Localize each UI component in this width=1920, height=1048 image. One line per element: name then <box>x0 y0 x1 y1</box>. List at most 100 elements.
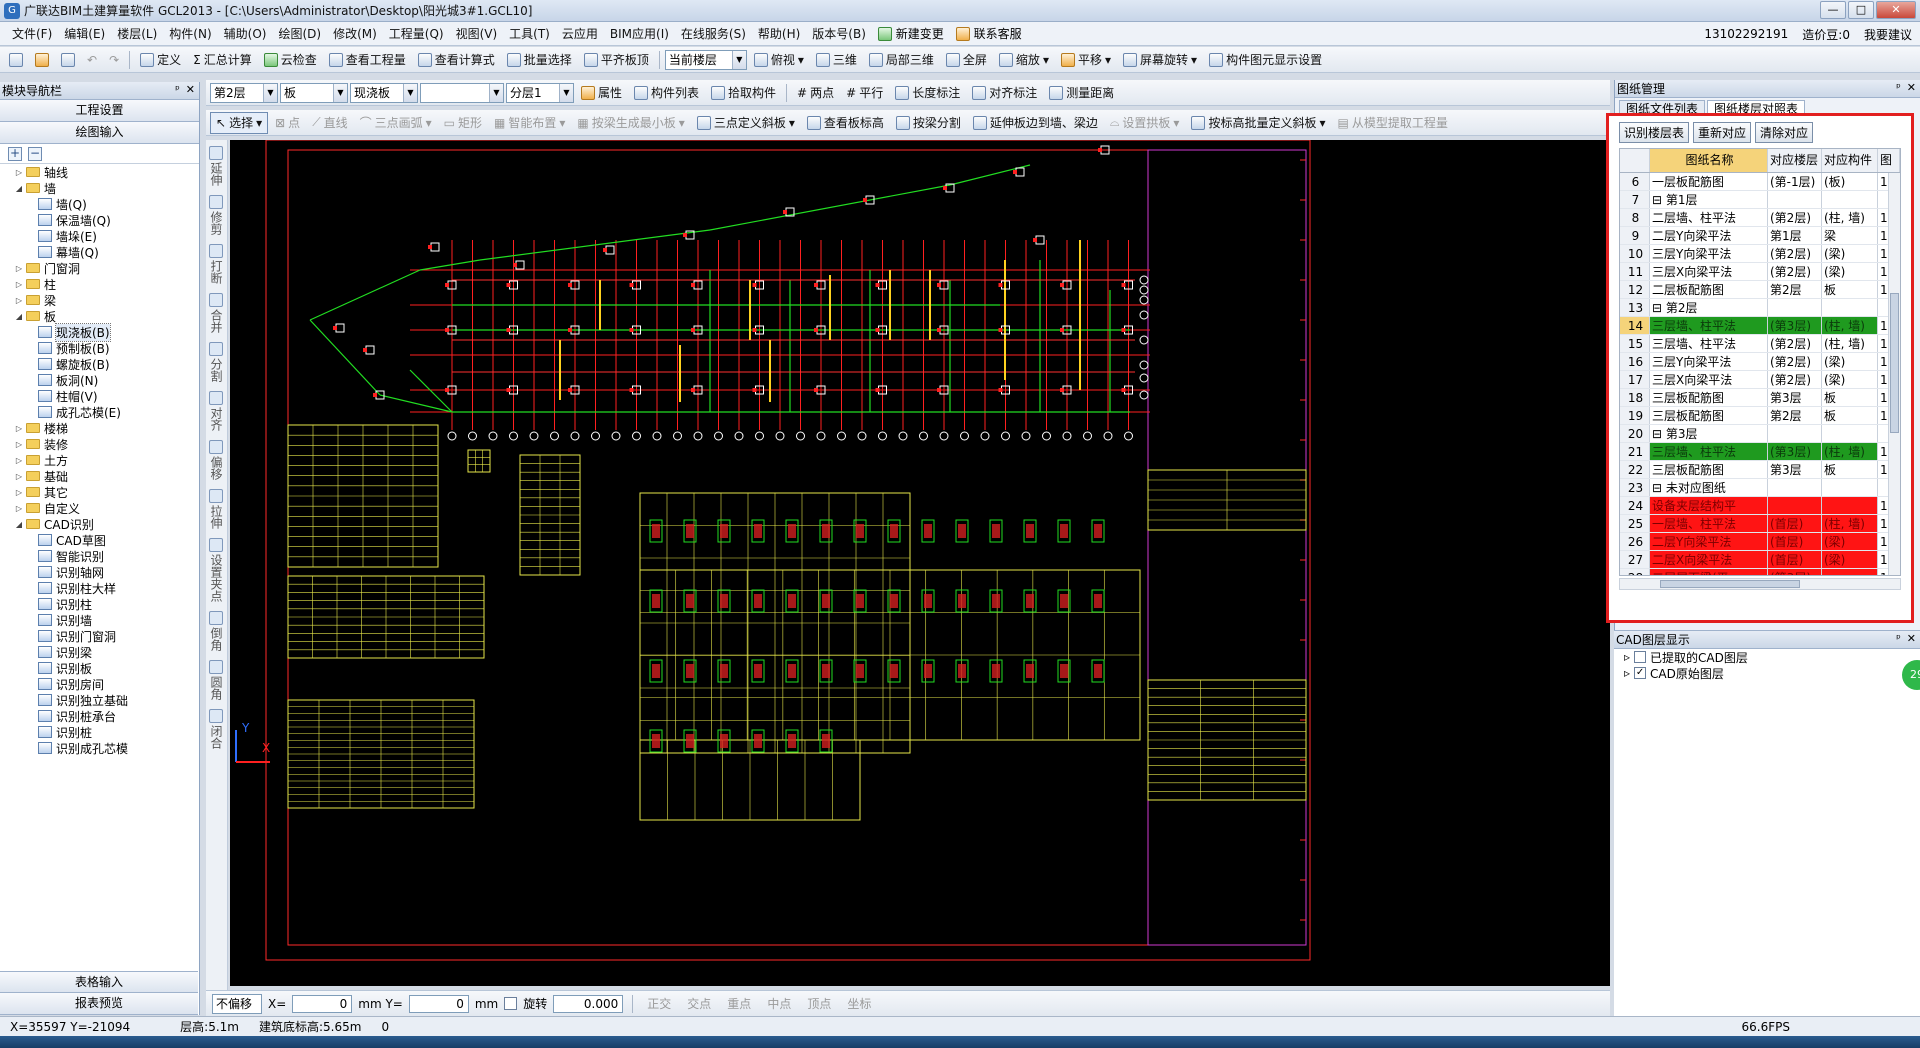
grid-row[interactable]: 16 三层Y向梁平法 (第2层) (梁) 1: <box>1620 353 1900 371</box>
view-slab-elevation-button[interactable]: 查看板标高 <box>802 112 889 134</box>
vertical-tool[interactable]: 圆角 <box>206 660 226 703</box>
pin-icon[interactable]: ᵖ <box>1896 632 1901 645</box>
expand-arrow-icon[interactable]: ▷ <box>14 424 24 433</box>
tree-item[interactable]: 识别房间 <box>0 676 198 692</box>
grid-row[interactable]: 15 三层墙、柱平法 (第2层) (柱, 墙) 1: <box>1620 335 1900 353</box>
grid-horizontal-scrollbar[interactable] <box>1619 578 1901 590</box>
close-icon[interactable]: ✕ <box>186 83 195 96</box>
expand-icon[interactable]: ▹ <box>1624 666 1630 680</box>
new-change-menu[interactable]: 新建变更 <box>872 25 950 42</box>
mapped-component-cell[interactable] <box>1822 299 1878 316</box>
expand-arrow-icon[interactable]: ▷ <box>14 264 24 273</box>
tree-item[interactable]: 螺旋板(B) <box>0 356 198 372</box>
original-cad-layer-row[interactable]: ▹ ✓ CAD原始图层 <box>1614 665 1920 681</box>
tree-item[interactable]: 识别门窗洞 <box>0 628 198 644</box>
menu-item[interactable]: 楼层(L) <box>111 25 163 42</box>
drawing-name-cell[interactable]: 二层X向梁平法 <box>1650 551 1768 568</box>
mapped-floor-cell[interactable]: 第2层 <box>1768 407 1822 424</box>
batch-define-slope-button[interactable]: 按标高批量定义斜板 ▾ <box>1186 112 1330 134</box>
mapped-floor-cell[interactable]: (第-1层) <box>1768 173 1822 190</box>
line-button[interactable]: ⟋ 直线 <box>307 112 352 134</box>
pin-icon[interactable]: ᵖ <box>175 83 180 96</box>
grid-row[interactable]: 20 ⊟ 第3层 <box>1620 425 1900 443</box>
contact-service-menu[interactable]: 联系客服 <box>950 25 1028 42</box>
aligned-dimension-button[interactable]: 对齐标注 <box>967 82 1042 104</box>
extract-quantity-button[interactable]: ▤ 从模型提取工程量 <box>1333 112 1453 134</box>
menu-item[interactable]: 文件(F) <box>6 25 58 42</box>
two-points-button[interactable]: # 两点 <box>792 82 839 104</box>
grid-row[interactable]: 9 二层Y向梁平法 第1层梁 1: <box>1620 227 1900 245</box>
snap-intersection[interactable]: 交点 <box>682 993 716 1015</box>
three-point-arc-button[interactable]: ⌒ 三点画弧 ▾ <box>355 112 437 134</box>
tree-item[interactable]: 识别梁 <box>0 644 198 660</box>
drawing-name-cell[interactable]: 三层Y向梁平法 <box>1650 353 1768 370</box>
vertical-tool[interactable]: 设置夹点 <box>206 538 226 605</box>
mapped-component-cell[interactable]: (梁) <box>1822 371 1878 388</box>
drawing-name-cell[interactable]: 三层墙、柱平法 <box>1650 335 1768 352</box>
mapped-floor-cell[interactable]: (第2层) <box>1768 245 1822 262</box>
mapped-component-cell[interactable]: (梁) <box>1822 245 1878 262</box>
menu-item[interactable]: 绘图(D) <box>272 25 327 42</box>
undo-button[interactable]: ↶ <box>82 49 102 71</box>
mapped-component-cell[interactable]: (板) <box>1822 173 1878 190</box>
menu-item[interactable]: 云应用 <box>556 25 604 42</box>
tree-item[interactable]: ◢ 墙 <box>0 180 198 196</box>
vertical-tool[interactable]: 打断 <box>206 244 226 287</box>
extend-slab-edge-button[interactable]: 延伸板边到墙、梁边 <box>968 112 1103 134</box>
mapped-floor-cell[interactable]: (第2层) <box>1768 335 1822 352</box>
new-file-button[interactable] <box>4 49 28 71</box>
scroll-thumb[interactable] <box>1890 293 1899 433</box>
mapped-component-cell[interactable] <box>1822 497 1878 514</box>
tree-item[interactable]: 识别墙 <box>0 612 198 628</box>
menu-item[interactable]: 工程量(Q) <box>383 25 450 42</box>
grid-row[interactable]: 8 二层墙、柱平法 (第2层) (柱, 墙) 1: <box>1620 209 1900 227</box>
three-point-slope-button[interactable]: 三点定义斜板 ▾ <box>692 112 800 134</box>
expand-arrow-icon[interactable]: ▷ <box>14 280 24 289</box>
offset-mode-combo[interactable]: 不偏移 <box>212 993 262 1014</box>
maximize-button[interactable]: □ <box>1848 1 1874 19</box>
mapped-floor-cell[interactable]: (第2层) <box>1768 209 1822 226</box>
split-by-beam-button[interactable]: 按梁分割 <box>891 112 966 134</box>
mapped-floor-cell[interactable] <box>1768 479 1822 496</box>
grid-row[interactable]: 11 三层X向梁平法 (第2层) (梁) 1: <box>1620 263 1900 281</box>
vertical-tool[interactable]: 分割 <box>206 342 226 385</box>
vertical-tool[interactable]: 合并 <box>206 293 226 336</box>
menu-item[interactable]: 版本号(B) <box>806 25 872 42</box>
save-button[interactable] <box>56 49 80 71</box>
snap-orthogonal[interactable]: 正交 <box>642 993 676 1015</box>
mapped-component-cell[interactable]: 板 <box>1822 461 1878 478</box>
rotate-checkbox[interactable] <box>504 997 518 1010</box>
mapped-component-cell[interactable]: (梁) <box>1822 263 1878 280</box>
mapped-component-cell[interactable]: (柱, 墙) <box>1822 317 1878 334</box>
mapped-component-cell[interactable] <box>1822 479 1878 496</box>
close-button[interactable]: ✕ <box>1876 1 1916 19</box>
tree-item[interactable]: 识别成孔芯模 <box>0 740 198 756</box>
mapped-floor-cell[interactable]: (第3层) <box>1768 317 1822 334</box>
mapped-component-cell[interactable] <box>1822 569 1878 575</box>
tree-item[interactable]: 识别独立基础 <box>0 692 198 708</box>
expand-icon[interactable]: ▹ <box>1624 650 1630 664</box>
drawing-name-cell[interactable]: 二层Y向梁平法 <box>1650 533 1768 550</box>
cloud-check-button[interactable]: 云检查 <box>259 49 322 71</box>
mapped-component-cell[interactable] <box>1822 191 1878 208</box>
grid-row[interactable]: 18 三层板配筋图 第3层板 1: <box>1620 389 1900 407</box>
mapped-component-cell[interactable]: 板 <box>1822 389 1878 406</box>
mapped-floor-cell[interactable] <box>1768 425 1822 442</box>
top-view-button[interactable]: 俯视 ▾ <box>749 49 809 71</box>
drawing-name-cell[interactable]: ⊟ 第3层 <box>1650 425 1768 442</box>
grid-row[interactable]: 6 一层板配筋图 (第-1层) (板) 1: <box>1620 173 1900 191</box>
identify-floor-table-button[interactable]: 识别楼层表 <box>1619 122 1690 143</box>
expand-arrow-icon[interactable]: ▷ <box>14 504 24 513</box>
drawing-name-cell[interactable]: ⊟ 未对应图纸 <box>1650 479 1768 496</box>
x-coordinate-input[interactable] <box>292 994 353 1013</box>
extracted-cad-layer-row[interactable]: ▹ 已提取的CAD图层 <box>1614 649 1920 665</box>
sublayer-combo[interactable]: 分层1 ▼ <box>506 82 574 103</box>
collapse-arrow-icon[interactable]: ◢ <box>14 312 24 321</box>
mapped-floor-cell[interactable]: (第2层) <box>1768 263 1822 280</box>
grid-row[interactable]: 13 ⊟ 第2层 <box>1620 299 1900 317</box>
user-phone[interactable]: 13102292191 <box>1704 27 1788 41</box>
mapped-component-cell[interactable]: (梁) <box>1822 551 1878 568</box>
drawing-name-cell[interactable]: 一层板配筋图 <box>1650 173 1768 190</box>
scroll-thumb[interactable] <box>1660 580 1800 588</box>
parallel-button[interactable]: # 平行 <box>841 82 888 104</box>
